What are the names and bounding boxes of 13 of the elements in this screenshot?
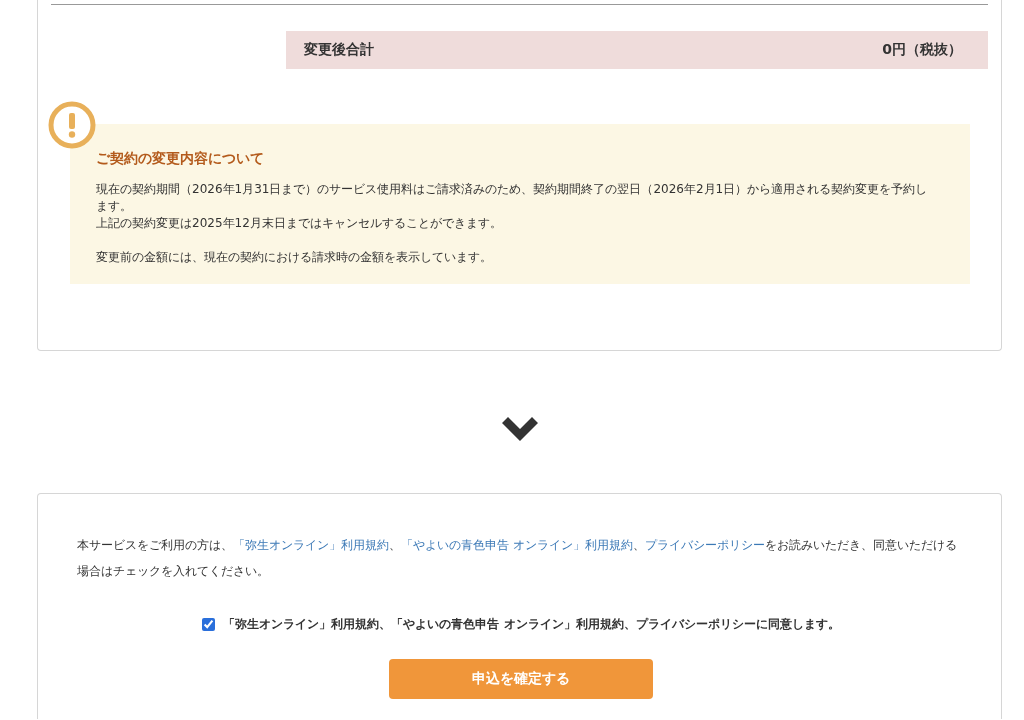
total-value: 0円（税抜） [882,41,962,59]
terms-link[interactable]: 「弥生オンライン」利用規約 [233,538,389,552]
agreement-text: 本サービスをご利用の方は、「弥生オンライン」利用規約、「やよいの青色申告 オンライン」利用規約、プライバシーポリシーをお読みいただき、同意いただける場合はチェックを入れてください。 [77,537,958,580]
terms-link[interactable]: 「やよいの青色申告 オンライン」利用規約 [401,538,633,552]
exclamation-icon [48,101,96,149]
notice-text: 上記の契約変更は2025年12月末日まではキャンセルすることができます。 [96,215,503,232]
total-label: 変更後合計 [304,41,374,59]
notice-title: ご契約の変更内容について [96,150,265,167]
terms-link[interactable]: プライバシーポリシー [644,538,765,552]
notice-text: 現在の契約期間（2026年1月31日まで）のサービス使用料はご請求済みのため、契約期間終了の翌日（2026年2月1日）から適用される契約変更を予約します。 [96,181,929,215]
agree-label: 「弥生オンライン」利用規約、「やよいの青色申告 オンライン」利用規約、プライバシーポリシーに同意します。 [223,616,840,633]
agree-checkbox[interactable] [202,618,216,631]
notice-text: 変更前の金額には、現在の契約における請求時の金額を表示しています。 [96,249,493,266]
